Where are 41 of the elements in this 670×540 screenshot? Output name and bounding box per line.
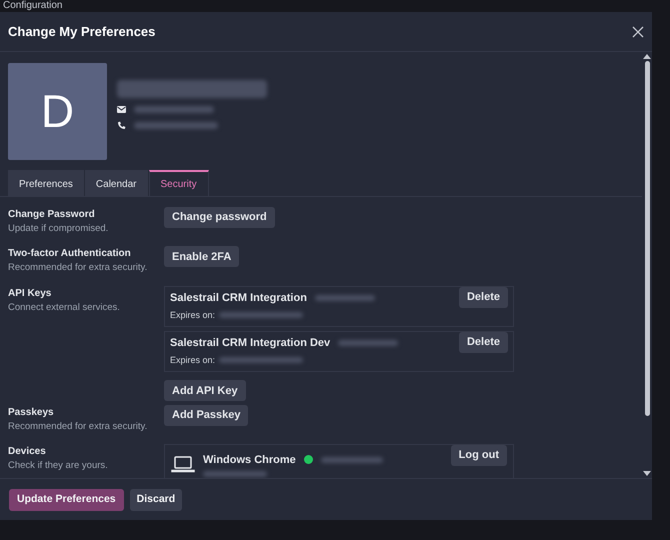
avatar: D [8,63,107,160]
section-description: Check if they are yours. [8,458,109,473]
device-name: Windows Chrome [203,452,296,468]
laptop-icon [171,456,195,473]
expiry-label: Expires on: [170,308,216,322]
tab[interactable]: Preferences [8,170,84,196]
section-description: Recommended for extra security. [8,420,148,434]
tab[interactable]: Security [148,170,209,196]
action-button[interactable]: Add Passkey [164,404,248,426]
section-title: Passkeys [8,406,55,420]
action-button[interactable]: Enable 2FA [164,246,240,268]
update-preferences-button[interactable]: Update Preferences [9,488,124,510]
section-title: Change Password [8,208,96,222]
scrollbar[interactable] [642,52,652,478]
dialog-title: Change My Preferences [8,22,156,41]
tab[interactable]: Calendar [84,170,148,196]
expiry-label: Expires on: [170,354,216,367]
api-key-name: Salestrail CRM Integration [170,291,307,306]
redacted-text [320,456,383,463]
action-button[interactable]: Change password [164,207,275,228]
logout-button[interactable]: Log out [450,444,507,466]
redacted-text [338,340,398,346]
section-title: Devices [8,444,47,459]
section-description: Connect external services. [8,300,121,314]
delete-button[interactable]: Delete [458,332,508,352]
api-key-name: Salestrail CRM Integration Dev [170,336,330,351]
close-icon[interactable] [632,26,644,38]
section-title: API Keys [8,286,52,300]
delete-button[interactable]: Delete [458,286,508,308]
section-description: Update if compromised. [8,222,110,236]
section-title: Two-factor Authentication [8,247,132,262]
redacted-text [203,471,267,477]
redacted-text [314,295,375,302]
section-description: Recommended for extra security. [8,261,148,276]
discard-button[interactable]: Discard [130,488,182,510]
add-api-key-button[interactable]: Add API Key [164,380,246,402]
phone-icon [117,121,126,130]
envelope-icon [117,106,126,113]
scroll-up-icon[interactable] [643,54,651,59]
page-title: Configuration [3,1,62,11]
scroll-down-icon[interactable] [643,471,651,476]
